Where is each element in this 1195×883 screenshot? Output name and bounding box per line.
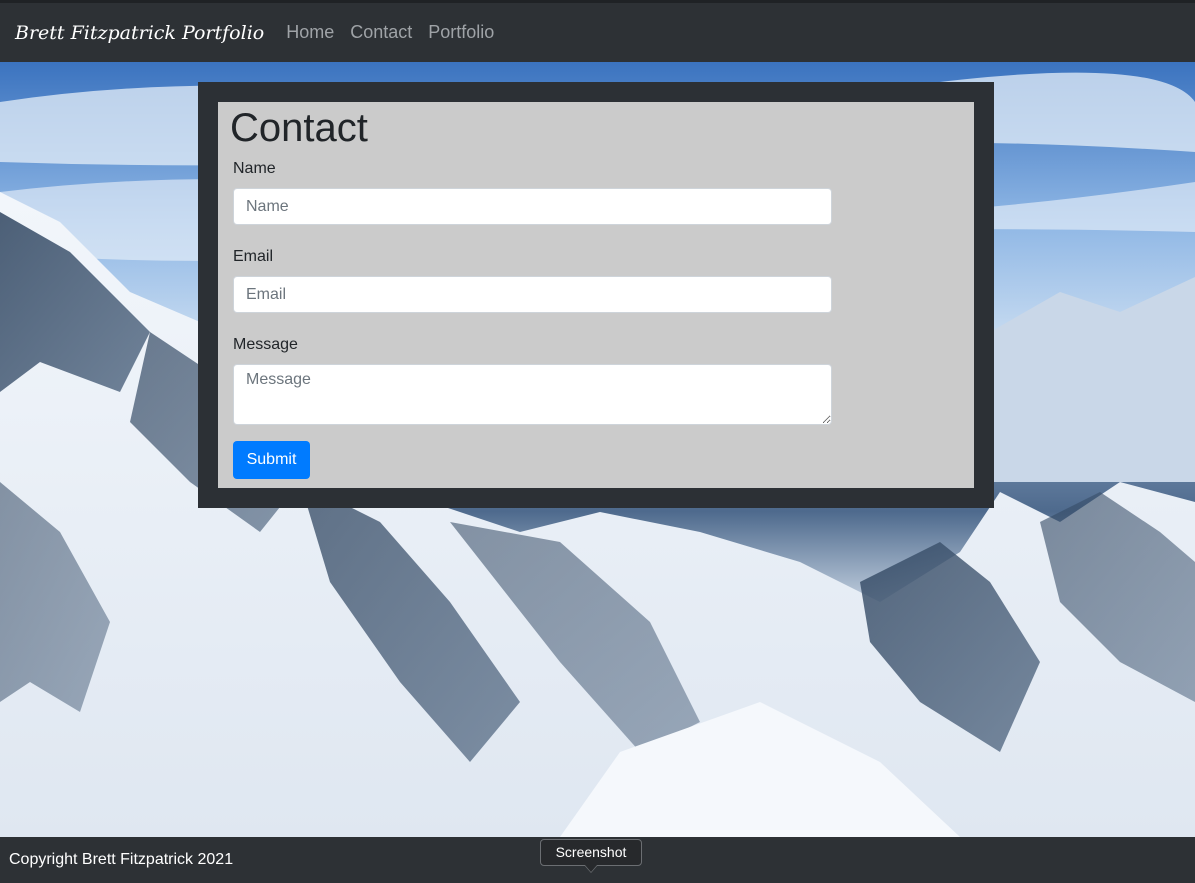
top-navbar: Brett Fitzpatrick Portfolio Home Contact… xyxy=(0,0,1195,62)
email-label: Email xyxy=(233,248,274,265)
page-title: Contact xyxy=(230,106,368,150)
contact-card: Contact Name Email Message Submit xyxy=(218,102,974,488)
message-label: Message xyxy=(233,336,298,353)
copyright-text: Copyright Brett Fitzpatrick 2021 xyxy=(9,851,234,868)
tooltip-arrow-fill xyxy=(585,865,597,872)
nav-link-contact[interactable]: Contact xyxy=(350,22,412,43)
submit-button[interactable]: Submit xyxy=(233,441,310,479)
name-label: Name xyxy=(233,160,276,177)
nav-link-home[interactable]: Home xyxy=(286,22,334,43)
message-textarea[interactable] xyxy=(233,364,832,425)
name-input[interactable] xyxy=(233,188,832,225)
email-input[interactable] xyxy=(233,276,832,313)
screenshot-tooltip: Screenshot xyxy=(540,839,642,866)
nav-link-portfolio[interactable]: Portfolio xyxy=(428,22,494,43)
brand-link[interactable]: Brett Fitzpatrick Portfolio xyxy=(15,22,264,44)
